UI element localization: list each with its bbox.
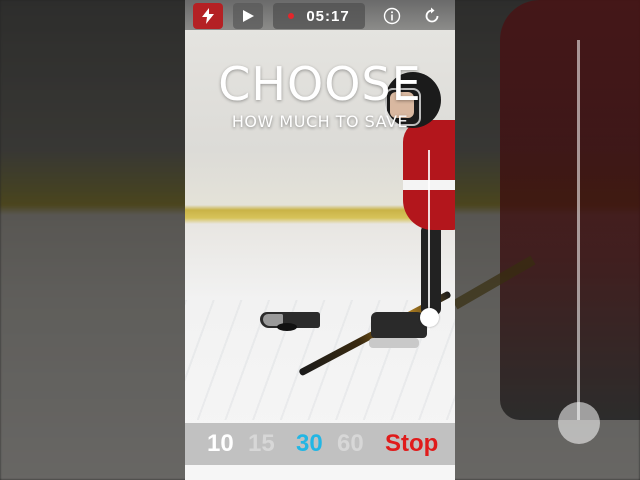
save-option-60[interactable]: 60: [337, 431, 364, 457]
lightning-icon: [201, 8, 215, 24]
save-option-10[interactable]: 10: [207, 431, 234, 457]
info-icon: [383, 7, 401, 25]
save-duration-selector: 10 15 30 60 Stop: [185, 423, 455, 465]
save-amount-slider-track[interactable]: [428, 150, 430, 330]
headline: CHOOSE HOW MUCH TO SAVE: [185, 56, 455, 132]
hockey-puck: [277, 323, 297, 331]
timer-value: 05:17: [306, 7, 350, 25]
save-option-15[interactable]: 15: [248, 431, 275, 457]
headline-subtitle: HOW MUCH TO SAVE: [231, 112, 409, 131]
recording-timer: 05:17: [273, 3, 365, 29]
stop-button[interactable]: Stop: [385, 431, 438, 457]
play-button[interactable]: [233, 3, 263, 29]
top-toolbar: 05:17: [185, 0, 455, 32]
info-button[interactable]: [377, 3, 407, 29]
player-legs: [421, 225, 441, 315]
save-option-30[interactable]: 30: [296, 431, 323, 457]
skate-blade: [369, 338, 419, 348]
background-slider-track: [577, 40, 580, 420]
refresh-icon: [423, 7, 441, 25]
flash-button[interactable]: [193, 3, 223, 29]
reset-button[interactable]: [417, 3, 447, 29]
background-slider-thumb: [558, 402, 600, 444]
save-amount-slider-thumb[interactable]: [420, 308, 439, 327]
play-icon: [241, 9, 255, 23]
player-skate: [371, 312, 427, 338]
headline-title: CHOOSE: [218, 57, 422, 111]
record-dot-icon: [288, 13, 295, 19]
